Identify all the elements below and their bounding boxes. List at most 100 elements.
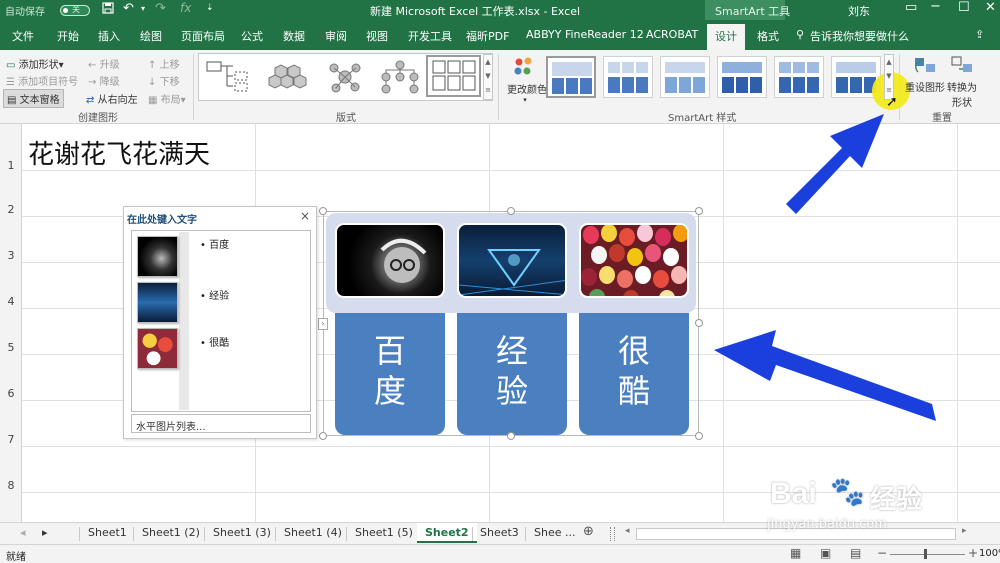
row-number[interactable]: 6 bbox=[0, 387, 22, 400]
thumbnail-3[interactable] bbox=[137, 328, 178, 369]
resize-handle[interactable] bbox=[695, 432, 703, 440]
ribbon-display-icon[interactable]: ▭ bbox=[905, 0, 917, 15]
layout-option-3[interactable] bbox=[318, 56, 373, 98]
close-icon[interactable]: × bbox=[300, 209, 310, 223]
picture-placeholder-3[interactable] bbox=[579, 223, 689, 298]
cell-a1-text[interactable]: 花谢花飞花满天 bbox=[28, 134, 210, 171]
row-number[interactable]: 3 bbox=[0, 249, 22, 262]
scroll-left-icon[interactable]: ◂ bbox=[20, 526, 26, 539]
hscroll-left-icon[interactable]: ◂ bbox=[625, 526, 630, 536]
zoom-level[interactable]: 100% bbox=[979, 548, 1000, 559]
sheet-tab[interactable]: Shee ... bbox=[534, 526, 575, 539]
redo-icon[interactable]: ↷ bbox=[155, 1, 166, 16]
chevron-down-icon[interactable]: ▾ bbox=[141, 4, 145, 13]
text-pane-item[interactable]: • 百度 bbox=[200, 236, 229, 251]
sheet-tab[interactable]: Sheet1 (3) bbox=[213, 526, 271, 539]
text-pane-item[interactable]: • 很酷 bbox=[200, 334, 229, 349]
layout-option-selected[interactable] bbox=[426, 55, 481, 97]
smartart-text-box-2[interactable]: 经 验 bbox=[457, 313, 567, 435]
row-number[interactable]: 4 bbox=[0, 295, 22, 308]
tab-developer[interactable]: 开发工具 bbox=[408, 28, 452, 44]
page-break-view-icon[interactable]: ▤ bbox=[850, 546, 861, 560]
tab-draw[interactable]: 绘图 bbox=[140, 28, 162, 44]
row-number[interactable]: 8 bbox=[0, 479, 22, 492]
reset-graphic-button[interactable]: 重设图形 bbox=[905, 54, 945, 94]
move-up-button[interactable]: ↑ 上移 bbox=[148, 56, 180, 71]
tab-design[interactable]: 设计 bbox=[707, 24, 745, 50]
share-icon[interactable]: ⇪ bbox=[975, 28, 984, 41]
close-window-icon[interactable]: ✕ bbox=[985, 0, 996, 15]
tab-abbyy[interactable]: ABBYY FineReader 12 bbox=[526, 28, 644, 41]
zoom-slider[interactable] bbox=[890, 554, 965, 555]
style-option-1[interactable] bbox=[546, 56, 596, 98]
tab-view[interactable]: 视图 bbox=[366, 28, 388, 44]
minimize-icon[interactable]: − bbox=[930, 0, 941, 14]
scroll-up-icon[interactable]: ▲ bbox=[885, 55, 893, 69]
undo-icon[interactable]: ↶ bbox=[123, 1, 134, 16]
zoom-in-icon[interactable]: + bbox=[968, 546, 978, 560]
resize-handle[interactable] bbox=[695, 319, 703, 327]
row-number[interactable]: 7 bbox=[0, 433, 22, 446]
move-down-button[interactable]: ↓ 下移 bbox=[148, 73, 180, 88]
resize-handle[interactable] bbox=[507, 207, 515, 215]
resize-handle[interactable] bbox=[319, 432, 327, 440]
scroll-up-icon[interactable]: ▲ bbox=[484, 55, 492, 69]
sheet-tab[interactable]: Sheet3 bbox=[480, 526, 519, 539]
text-pane-toggle[interactable]: › bbox=[318, 318, 328, 330]
resize-handle[interactable] bbox=[319, 207, 327, 215]
function-icon[interactable]: fx bbox=[180, 1, 191, 15]
tab-home[interactable]: 开始 bbox=[57, 28, 79, 44]
scroll-right-icon[interactable]: ▸ bbox=[42, 526, 48, 539]
scroll-down-icon[interactable]: ▼ bbox=[885, 69, 893, 83]
add-sheet-icon[interactable]: ⊕ bbox=[583, 524, 594, 539]
sheet-tab-active[interactable]: Sheet2 bbox=[417, 523, 477, 543]
zoom-out-icon[interactable]: − bbox=[877, 546, 887, 560]
style-option-4[interactable] bbox=[717, 56, 767, 98]
promote-button[interactable]: ← 升级 bbox=[88, 56, 120, 71]
layout-option-2[interactable] bbox=[261, 56, 316, 98]
save-icon[interactable] bbox=[102, 2, 114, 18]
tell-me-search[interactable]: 告诉我你想要做什么 bbox=[810, 28, 909, 44]
add-shape-button[interactable]: ▭ 添加形状▾ bbox=[6, 56, 64, 71]
layout-description-link[interactable]: 水平图片列表... bbox=[131, 414, 311, 433]
tab-insert[interactable]: 插入 bbox=[98, 28, 120, 44]
text-pane-editor[interactable]: • 百度 • 经验 • 很酷 bbox=[131, 230, 311, 412]
tab-data[interactable]: 数据 bbox=[283, 28, 305, 44]
tab-page-layout[interactable]: 页面布局 bbox=[181, 28, 225, 44]
layout-option-4[interactable] bbox=[372, 56, 427, 98]
text-pane-item[interactable]: • 经验 bbox=[200, 287, 229, 302]
smartart-text-box-3[interactable]: 很 酷 bbox=[579, 313, 689, 435]
row-number[interactable]: 5 bbox=[0, 341, 22, 354]
scroll-down-icon[interactable]: ▼ bbox=[484, 69, 492, 83]
page-layout-view-icon[interactable]: ▣ bbox=[820, 546, 831, 560]
resize-handle[interactable] bbox=[507, 432, 515, 440]
customize-toolbar-icon[interactable]: ⇣ bbox=[206, 3, 214, 13]
layout-button[interactable]: ▦ 布局▾ bbox=[148, 91, 186, 106]
tab-format[interactable]: 格式 bbox=[757, 28, 779, 44]
sheet-tab[interactable]: Sheet1 bbox=[88, 526, 127, 539]
convert-to-shapes-button[interactable]: 转换为 形状 bbox=[946, 54, 978, 109]
zoom-slider-thumb[interactable] bbox=[924, 549, 927, 559]
sheet-tab[interactable]: Sheet1 (5) bbox=[355, 526, 413, 539]
picture-placeholder-2[interactable] bbox=[457, 223, 567, 298]
resize-handle[interactable] bbox=[695, 207, 703, 215]
maximize-icon[interactable]: ☐ bbox=[958, 0, 970, 15]
user-name[interactable]: 刘东 bbox=[848, 3, 870, 19]
sheet-tab[interactable]: Sheet1 (2) bbox=[142, 526, 200, 539]
normal-view-icon[interactable]: ▦ bbox=[790, 546, 801, 560]
demote-button[interactable]: → 降级 bbox=[88, 73, 120, 88]
picture-placeholder-1[interactable] bbox=[335, 223, 445, 298]
row-number[interactable]: 1 bbox=[0, 159, 22, 172]
autosave-toggle[interactable]: 关 bbox=[60, 5, 90, 16]
tab-formulas[interactable]: 公式 bbox=[241, 28, 263, 44]
right-to-left-button[interactable]: ⇄ 从右向左 bbox=[86, 91, 138, 106]
more-icon[interactable]: ≡ bbox=[484, 83, 492, 97]
tab-file[interactable]: 文件 bbox=[12, 28, 34, 44]
tab-review[interactable]: 审阅 bbox=[325, 28, 347, 44]
row-number[interactable]: 2 bbox=[0, 203, 22, 216]
thumbnail-1[interactable] bbox=[137, 236, 178, 277]
style-option-2[interactable] bbox=[603, 56, 653, 98]
sheet-tab[interactable]: Sheet1 (4) bbox=[284, 526, 342, 539]
tab-foxit-pdf[interactable]: 福昕PDF bbox=[466, 28, 509, 44]
style-option-5[interactable] bbox=[774, 56, 824, 98]
